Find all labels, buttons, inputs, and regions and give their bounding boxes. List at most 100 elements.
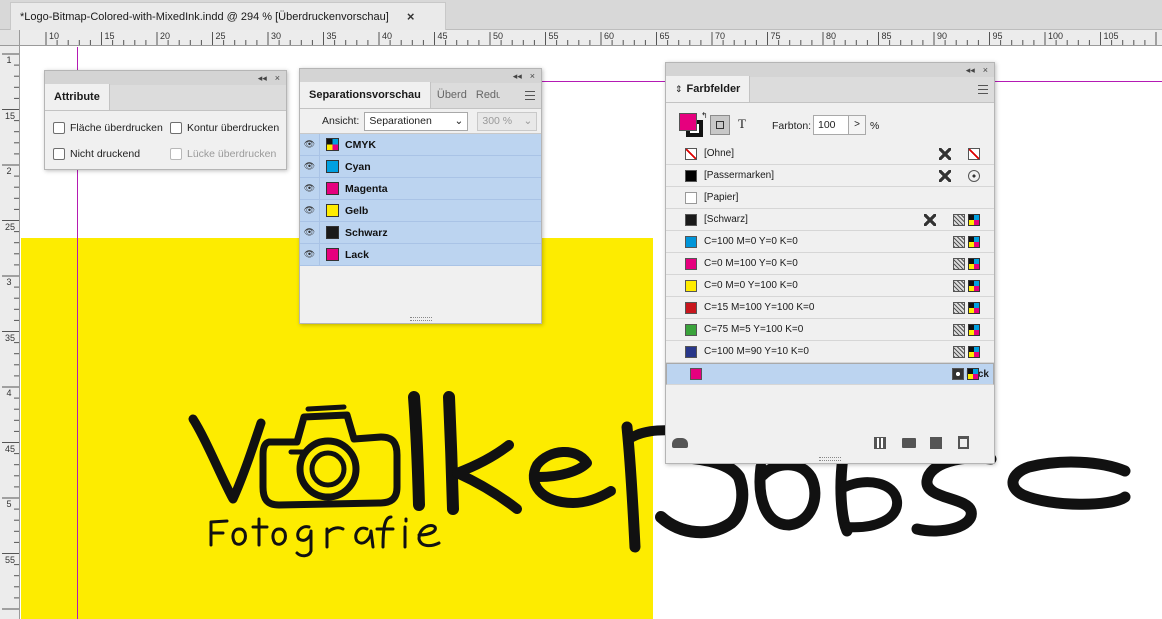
separation-row[interactable]: 👁 Schwarz [300, 221, 541, 244]
ruler-label: 3 [6, 277, 12, 287]
sep-panel-tabs: Separationsvorschau Überd Redu [300, 82, 541, 109]
swatch-row[interactable]: C=75 M=5 Y=100 K=0 [666, 319, 994, 341]
chevron-down-icon: ⌄ [454, 115, 464, 127]
farbton-input[interactable]: 100 [813, 115, 849, 135]
separationsvorschau-panel: ◂◂ × Separationsvorschau Überd Redu Ansi… [299, 68, 542, 324]
tab-farbfelder-label: Farbfelder [686, 83, 741, 95]
swatch-color-chip [685, 147, 697, 160]
ruler-label: 60 [604, 31, 615, 41]
swatch-type-icons [953, 345, 980, 358]
visibility-eye-icon[interactable]: 👁 [300, 199, 320, 222]
cmyk-mode-icon [968, 279, 980, 292]
document-tab[interactable]: *Logo-Bitmap-Colored-with-MixedInk.indd … [10, 2, 446, 30]
ansicht-select[interactable]: Separationen ⌄ [364, 111, 469, 131]
swatch-color-chip [685, 323, 697, 336]
swatch-row[interactable]: C=0 M=100 Y=0 K=0 [666, 253, 994, 275]
swatch-label: [Ohne] [704, 148, 735, 159]
panel-menu-icon[interactable] [978, 85, 988, 94]
luecke-ueberdrucken-checkbox [170, 148, 182, 160]
delete-trash-icon[interactable] [958, 436, 969, 449]
swatch-row[interactable]: C=100 M=90 Y=10 K=0 [666, 341, 994, 363]
collapse-panel-icon[interactable]: ◂◂ [258, 73, 267, 83]
apply-to-text-button[interactable]: T [738, 116, 746, 132]
flaeche-ueberdrucken-checkbox[interactable] [53, 122, 65, 134]
separation-swatch [326, 204, 339, 217]
resize-grip[interactable] [409, 317, 432, 321]
flaeche-ueberdrucken-option[interactable]: Fläche überdrucken [53, 122, 163, 134]
separation-row[interactable]: 👁 Lack [300, 243, 541, 266]
vertical-ruler[interactable]: 1 15 2 25 3 35 4 45 5 55 [0, 46, 20, 619]
kontur-ueberdrucken-option[interactable]: Kontur überdrucken [170, 122, 279, 134]
swatch-label: C=75 M=5 Y=100 K=0 [704, 324, 804, 335]
swatch-color-chip [685, 213, 697, 226]
show-swatch-types-icon[interactable] [874, 437, 886, 449]
close-document-tab-icon[interactable]: × [407, 9, 415, 24]
close-panel-icon[interactable]: × [275, 73, 280, 83]
ruler-label: 2 [6, 166, 12, 176]
visibility-eye-icon[interactable]: 👁 [300, 243, 320, 266]
farbton-stepper[interactable]: > [848, 115, 866, 135]
collapse-panel-icon[interactable]: ◂◂ [966, 65, 975, 75]
close-panel-icon[interactable]: × [530, 71, 535, 81]
swatch-color-chip [685, 257, 697, 270]
swatch-color-chip [685, 235, 697, 248]
ruler-label: 35 [5, 332, 16, 343]
separation-label: CMYK [345, 138, 376, 151]
swatch-color-chip [685, 169, 697, 182]
swatch-row[interactable]: C=100 M=0 Y=0 K=0 [666, 231, 994, 253]
swatch-row[interactable]: [Ohne] [666, 143, 994, 165]
ruler-origin[interactable] [0, 30, 20, 46]
ruler-label: 70 [715, 31, 726, 41]
fill-stroke-proxy[interactable]: ↰ [679, 111, 708, 137]
visibility-eye-icon[interactable]: 👁 [300, 177, 320, 200]
horizontal-ruler[interactable]: 10 15 20 25 30 35 40 45 50 55 60 65 70 75 80 85 90 95 100 1… [20, 30, 1162, 46]
sep-panel-titlebar[interactable]: ◂◂ × [300, 69, 541, 83]
registration-icon [968, 169, 980, 182]
nicht-druckend-checkbox[interactable] [53, 148, 65, 160]
attribute-panel-tabs: Attribute [45, 84, 286, 111]
ansicht-value: Separationen [369, 115, 432, 127]
collapse-panel-icon[interactable]: ◂◂ [513, 71, 522, 81]
swatch-row[interactable]: C=15 M=100 Y=100 K=0 [666, 297, 994, 319]
ruler-label: 15 [5, 110, 16, 121]
swap-arrows-icon[interactable]: ↰ [701, 111, 708, 120]
separation-row[interactable]: 👁 Cyan [300, 155, 541, 178]
swatch-row[interactable]: [Schwarz] [666, 209, 994, 231]
separation-row[interactable]: 👁 CMYK [300, 133, 541, 156]
visibility-eye-icon[interactable]: 👁 [300, 221, 320, 244]
ff-panel-titlebar[interactable]: ◂◂ × [666, 63, 994, 77]
tab-reduzierung[interactable]: Redu [472, 82, 500, 108]
apply-to-container-button[interactable] [710, 115, 730, 135]
visibility-eye-icon[interactable]: 👁 [300, 155, 320, 178]
cmyk-mode-icon [968, 213, 980, 226]
kontur-ueberdrucken-checkbox[interactable] [170, 122, 182, 134]
panel-menu-icon[interactable] [525, 91, 535, 100]
ruler-label: 5 [6, 499, 12, 509]
new-group-folder-icon[interactable] [902, 438, 916, 448]
tab-farbfelder[interactable]: ⇕ Farbfelder [666, 76, 751, 102]
separation-row[interactable]: 👁 Gelb [300, 199, 541, 222]
cmyk-mode-icon [968, 323, 980, 336]
close-panel-icon[interactable]: × [983, 65, 988, 75]
luecke-ueberdrucken-label: Lücke überdrucken [187, 148, 277, 160]
no-edit-pencil-icon [939, 147, 951, 160]
resize-grip[interactable] [819, 457, 841, 461]
attribute-panel-titlebar[interactable]: ◂◂ × [45, 71, 286, 85]
separation-swatch [326, 248, 339, 261]
visibility-eye-icon[interactable]: 👁 [300, 133, 320, 156]
tab-attribute[interactable]: Attribute [45, 84, 110, 110]
new-swatch-icon[interactable] [930, 437, 942, 449]
swatch-row[interactable]: Lack [666, 363, 994, 385]
fill-swatch[interactable] [679, 113, 697, 131]
ruler-label: 55 [5, 554, 16, 565]
swatch-type-icons [939, 147, 980, 160]
swatch-row[interactable]: C=0 M=0 Y=100 K=0 [666, 275, 994, 297]
tab-ueberdrucken[interactable]: Überd [431, 82, 472, 108]
swatch-row[interactable]: [Passermarken] [666, 165, 994, 187]
updown-arrows-icon: ⇕ [675, 83, 683, 94]
separation-row[interactable]: 👁 Magenta [300, 177, 541, 200]
swatch-row[interactable]: [Papier] [666, 187, 994, 209]
nicht-druckend-option[interactable]: Nicht druckend [53, 148, 140, 160]
tab-separationsvorschau[interactable]: Separationsvorschau [300, 82, 431, 108]
cc-library-icon[interactable] [672, 438, 688, 448]
